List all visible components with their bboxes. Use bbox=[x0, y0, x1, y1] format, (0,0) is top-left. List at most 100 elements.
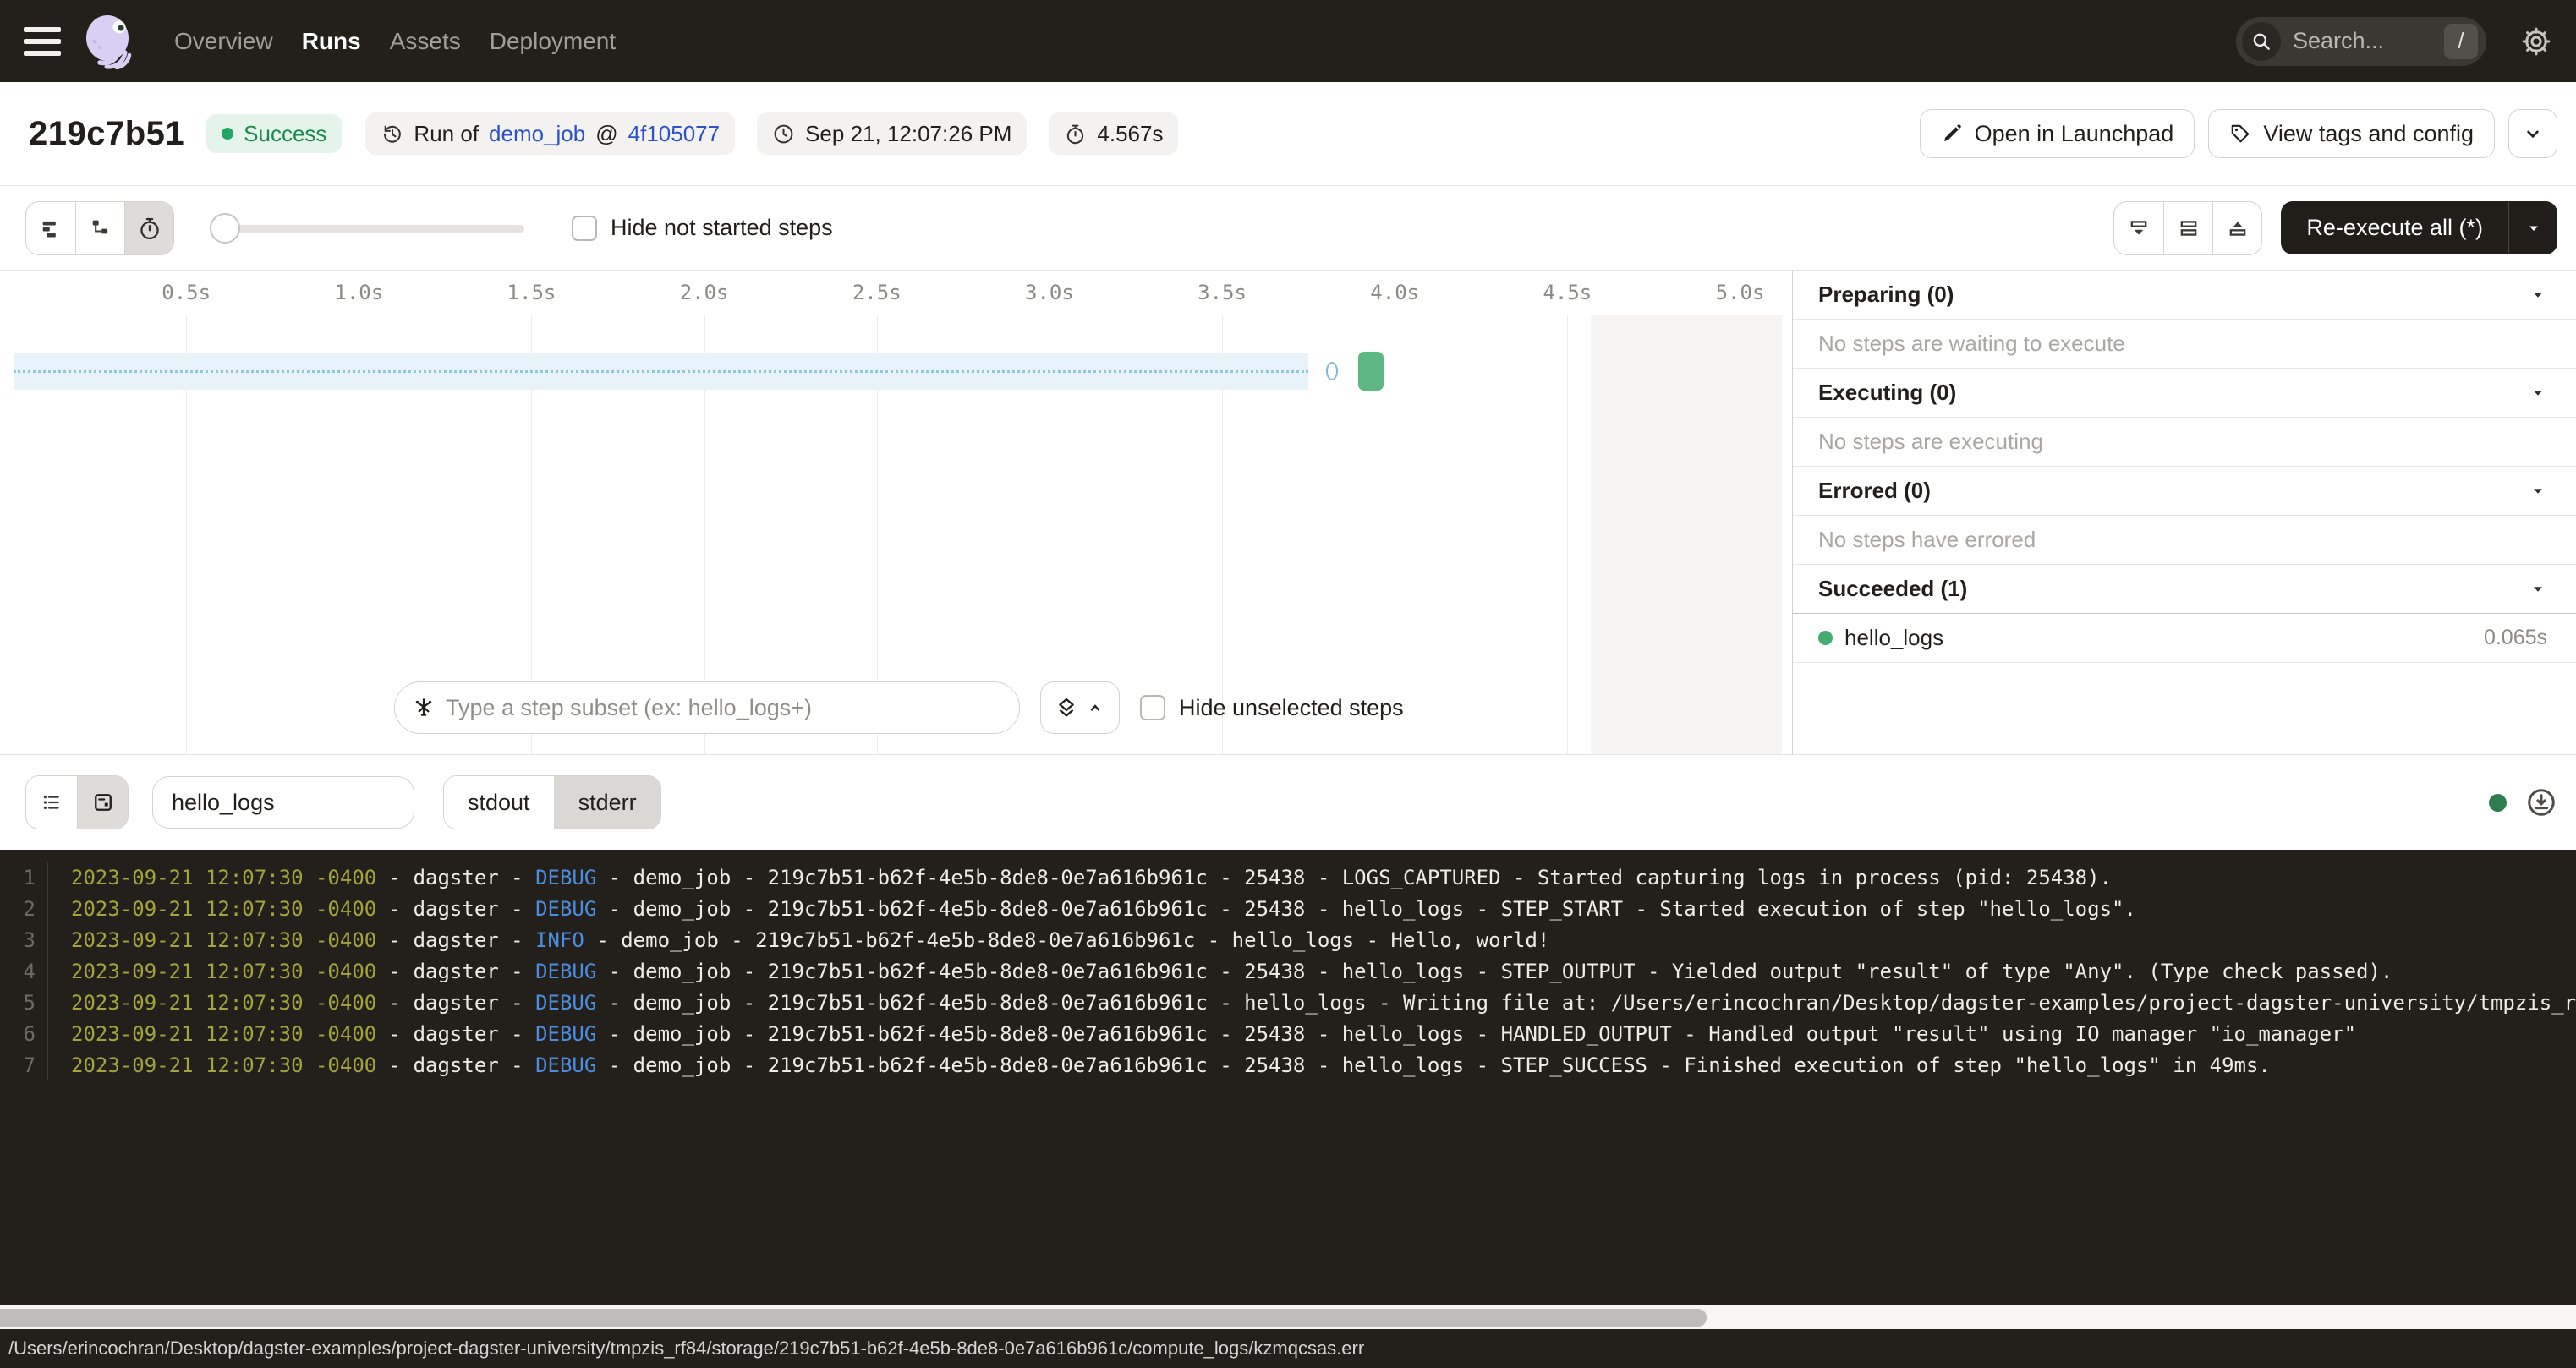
panel-empty-preparing: No steps are waiting to execute bbox=[1793, 320, 2576, 369]
log-line-number: 4 bbox=[0, 955, 48, 987]
pane-expand-top-button[interactable] bbox=[2212, 202, 2261, 254]
commit-link[interactable]: 4f105077 bbox=[628, 121, 720, 147]
search-icon bbox=[2242, 22, 2281, 61]
log-line-text: 2023-09-21 12:07:30 -0400 - dagster - DE… bbox=[48, 866, 2112, 889]
zoom-slider[interactable] bbox=[210, 213, 524, 244]
op-selector-icon bbox=[412, 696, 436, 720]
log-file-path: /Users/erincochran/Desktop/dagster-examp… bbox=[8, 1338, 1364, 1360]
log-line-text: 2023-09-21 12:07:30 -0400 - dagster - DE… bbox=[48, 1022, 2356, 1046]
search-input[interactable]: / bbox=[2236, 17, 2486, 66]
nav-item-deployment[interactable]: Deployment bbox=[490, 28, 616, 55]
log-line-text: 2023-09-21 12:07:30 -0400 - dagster - DE… bbox=[48, 1053, 2271, 1077]
top-nav: Overview Runs Assets Deployment / bbox=[0, 0, 2576, 82]
succeeded-step-row[interactable]: hello_logs 0.065s bbox=[1793, 614, 2576, 663]
view-waterfall-button[interactable] bbox=[75, 202, 124, 254]
hide-unselected-checkbox-row[interactable]: Hide unselected steps bbox=[1140, 695, 1404, 721]
zoom-slider-track[interactable] bbox=[210, 225, 524, 233]
hamburger-menu-icon[interactable] bbox=[24, 27, 61, 56]
structured-log-view-button[interactable] bbox=[26, 776, 77, 829]
run-end-shade bbox=[1591, 315, 1782, 754]
hide-not-started-checkbox-row[interactable]: Hide not started steps bbox=[572, 215, 833, 241]
axis-tick-label: 5.0s bbox=[1716, 281, 1765, 304]
view-flat-button[interactable] bbox=[26, 202, 75, 254]
step-start-marker bbox=[1326, 362, 1338, 380]
open-in-launchpad-button[interactable]: Open in Launchpad bbox=[1920, 109, 2195, 158]
waiting-band bbox=[14, 353, 1308, 390]
run-id-title: 219c7b51 bbox=[29, 115, 184, 153]
log-capture-status-dot bbox=[2489, 794, 2507, 812]
panel-empty-executing: No steps are executing bbox=[1793, 418, 2576, 467]
view-tags-config-button[interactable]: View tags and config bbox=[2208, 109, 2495, 158]
status-dot-icon bbox=[222, 128, 233, 140]
graph-query-toggle-button[interactable] bbox=[1040, 681, 1120, 734]
panel-section-errored[interactable]: Errored (0) bbox=[1793, 467, 2576, 516]
step-success-dot-icon bbox=[1818, 631, 1833, 645]
gantt-section: 0.5s1.0s1.5s2.0s2.5s3.0s3.5s4.0s4.5s5.0s bbox=[0, 271, 1793, 754]
raw-log-view-button[interactable] bbox=[77, 776, 128, 829]
nav-item-overview[interactable]: Overview bbox=[174, 28, 273, 55]
clock-icon bbox=[772, 123, 795, 145]
timestamp-tag: Sep 21, 12:07:26 PM bbox=[757, 112, 1027, 155]
hide-unselected-checkbox[interactable] bbox=[1140, 695, 1165, 720]
hide-not-started-checkbox[interactable] bbox=[572, 216, 597, 241]
axis-tick-label: 4.0s bbox=[1370, 281, 1419, 304]
section-chevron-icon[interactable] bbox=[2529, 580, 2547, 599]
tag-icon bbox=[2229, 123, 2251, 145]
log-line-number: 6 bbox=[0, 1018, 48, 1049]
log-filter-field[interactable] bbox=[172, 790, 395, 816]
pane-collapse-bottom-button[interactable] bbox=[2114, 202, 2163, 254]
zoom-slider-handle[interactable] bbox=[210, 213, 240, 244]
layers-icon bbox=[1055, 696, 1078, 720]
log-filter-input[interactable] bbox=[152, 776, 414, 829]
log-row: 62023-09-21 12:07:30 -0400 - dagster - D… bbox=[0, 1018, 2576, 1049]
reexecute-caret-button[interactable] bbox=[2508, 201, 2557, 254]
log-toolbar: stdout stderr bbox=[0, 755, 2576, 850]
search-field[interactable] bbox=[2281, 28, 2444, 54]
run-actions-chevron-button[interactable] bbox=[2508, 109, 2557, 158]
dagster-logo-icon[interactable] bbox=[83, 14, 137, 69]
section-chevron-icon[interactable] bbox=[2529, 384, 2547, 402]
step-name: hello_logs bbox=[1844, 625, 1943, 651]
nav-item-assets[interactable]: Assets bbox=[390, 28, 461, 55]
run-main: 0.5s1.0s1.5s2.0s2.5s3.0s3.5s4.0s4.5s5.0s bbox=[0, 271, 2576, 755]
log-row: 42023-09-21 12:07:30 -0400 - dagster - D… bbox=[0, 955, 2576, 987]
panel-section-succeeded[interactable]: Succeeded (1) bbox=[1793, 565, 2576, 614]
axis-tick-label: 4.5s bbox=[1543, 281, 1592, 304]
axis-tick-label: 2.5s bbox=[852, 281, 902, 304]
section-chevron-icon[interactable] bbox=[2529, 482, 2547, 501]
reexecute-all-button[interactable]: Re-execute all (*) bbox=[2281, 201, 2557, 254]
step-bar-hello-logs[interactable] bbox=[1358, 352, 1384, 391]
chevron-up-icon bbox=[1085, 698, 1105, 718]
panel-section-executing[interactable]: Executing (0) bbox=[1793, 369, 2576, 418]
gridline bbox=[1567, 315, 1568, 754]
nav-item-runs[interactable]: Runs bbox=[302, 28, 361, 55]
log-line-text: 2023-09-21 12:07:30 -0400 - dagster - DE… bbox=[48, 897, 2136, 921]
horizontal-scrollbar[interactable] bbox=[0, 1305, 2576, 1329]
gantt-axis: 0.5s1.0s1.5s2.0s2.5s3.0s3.5s4.0s4.5s5.0s bbox=[0, 271, 1792, 315]
tab-stderr[interactable]: stderr bbox=[554, 776, 660, 829]
log-line-number: 2 bbox=[0, 893, 48, 924]
axis-tick-label: 1.5s bbox=[507, 281, 556, 304]
download-log-icon[interactable] bbox=[2525, 786, 2557, 818]
pane-split-button[interactable] bbox=[2163, 202, 2212, 254]
log-lines: 12023-09-21 12:07:30 -0400 - dagster - D… bbox=[0, 850, 2576, 1305]
log-line-number: 5 bbox=[0, 987, 48, 1018]
log-line-text: 2023-09-21 12:07:30 -0400 - dagster - IN… bbox=[48, 928, 1549, 952]
log-line-text: 2023-09-21 12:07:30 -0400 - dagster - DE… bbox=[48, 991, 2576, 1015]
step-subset-field[interactable] bbox=[446, 695, 1002, 721]
job-link[interactable]: demo_job bbox=[489, 121, 585, 147]
section-chevron-icon[interactable] bbox=[2529, 286, 2547, 304]
horizontal-scrollbar-thumb[interactable] bbox=[0, 1309, 1707, 1327]
log-row: 22023-09-21 12:07:30 -0400 - dagster - D… bbox=[0, 893, 2576, 924]
view-timing-button[interactable] bbox=[124, 202, 173, 254]
panel-section-preparing[interactable]: Preparing (0) bbox=[1793, 271, 2576, 320]
log-row: 32023-09-21 12:07:30 -0400 - dagster - I… bbox=[0, 924, 2576, 955]
dagster-run-page: Overview Runs Assets Deployment / bbox=[0, 0, 2576, 1368]
run-header: 219c7b51 Success Run of demo_job @ 4f105… bbox=[0, 82, 2576, 186]
log-view-mode-group bbox=[25, 775, 129, 829]
gantt-toolbar: Hide not started steps Re-execute all (*… bbox=[0, 186, 2576, 271]
settings-gear-icon[interactable] bbox=[2520, 25, 2552, 57]
panel-empty-errored: No steps have errored bbox=[1793, 516, 2576, 565]
tab-stdout[interactable]: stdout bbox=[444, 776, 554, 829]
step-subset-input[interactable] bbox=[394, 681, 1020, 734]
